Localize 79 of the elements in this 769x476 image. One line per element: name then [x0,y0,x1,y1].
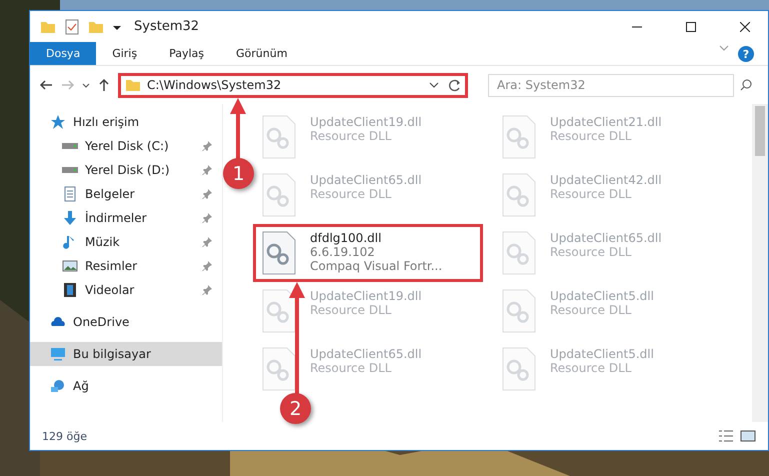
network-globe-icon [50,378,66,394]
maximize-icon [686,22,696,32]
address-bar[interactable]: C:\Windows\System32 [118,72,468,98]
file-detail: Resource DLL [550,187,632,201]
sidebar-item[interactable]: OneDrive [30,310,222,334]
pin-icon [202,213,212,223]
scrollbar-thumb[interactable] [755,106,765,156]
folder-icon [125,77,141,93]
sidebar-item[interactable]: Resimler [30,254,222,278]
file-detail: Resource DLL [550,245,632,259]
pin-icon [202,285,212,295]
gear-file-icon [502,347,536,391]
sidebar-item[interactable]: Belgeler [30,182,222,206]
help-button[interactable]: ? [738,46,754,62]
window-title: System32 [134,19,200,34]
sidebar-item[interactable]: İndirmeler [30,206,222,230]
drive-icon [62,143,78,149]
gear-file-icon [502,289,536,333]
gear-file-icon [262,231,296,275]
file-detail: Resource DLL [310,361,392,375]
file-name: UpdateClient65.dll [310,347,422,361]
monitor-icon [50,346,66,362]
gear-file-icon [502,115,536,159]
chevron-down-icon [429,80,439,90]
large-icons-view-icon [740,428,756,444]
gear-file-icon [502,231,536,275]
ribbon-tab[interactable]: Paylaş [153,42,220,65]
file-item[interactable]: dfdlg100.dll 6.6.19.102 Compaq Visual Fortr... [253,224,483,282]
pin-icon [202,165,212,175]
pin-icon [202,237,212,247]
sidebar-item[interactable]: Yerel Disk (C:) [30,134,222,158]
image-icon [62,258,78,274]
properties-icon [64,18,80,34]
annotation-arrow [229,98,247,160]
file-name: UpdateClient65.dll [550,231,662,245]
gear-file-icon [262,115,296,159]
gear-file-icon [502,173,536,217]
file-detail: Resource DLL [310,129,392,143]
file-name: UpdateClient19.dll [310,289,422,303]
file-name: UpdateClient19.dll [310,115,422,129]
sidebar-item[interactable]: Yerel Disk (D:) [30,158,222,182]
sidebar-item[interactable]: Videolar [30,278,222,302]
drive-icon [62,167,78,173]
item-count: 129 öğe [42,430,87,442]
pin-icon [202,141,212,151]
film-icon [62,282,78,298]
file-detail: Resource DLL [310,303,392,317]
file-name: dfdlg100.dll [310,231,382,245]
search-icon [740,79,752,91]
close-icon [740,22,750,32]
caret-icon [82,81,90,89]
pin-icon [202,261,212,271]
file-detail: Resource DLL [310,187,392,201]
file-detail: Resource DLL [550,303,632,317]
file-name: UpdateClient5.dll [550,347,654,361]
sidebar-item[interactable]: Ağ [30,374,222,398]
file-detail: Resource DLL [550,129,632,143]
file-name: UpdateClient65.dll [310,173,422,187]
file-name: UpdateClient42.dll [550,173,662,187]
sidebar-item[interactable]: Müzik [30,230,222,254]
ribbon-tab[interactable]: Giriş [96,42,154,65]
download-arrow-icon [62,210,78,226]
search-field[interactable]: Ara: System32 [488,74,734,96]
document-icon [62,186,78,202]
file-detail: 6.6.19.102 [310,245,376,259]
gear-file-icon [262,173,296,217]
ribbon-tab[interactable]: Görünüm [220,42,304,65]
sidebar-item[interactable]: Bu bilgisayar [30,342,222,366]
sidebar-item[interactable]: Hızlı erişim [30,110,222,134]
star-icon [50,114,66,130]
file-detail: Compaq Visual Fortr... [310,259,442,273]
pin-icon [202,189,212,199]
gear-file-icon [262,289,296,333]
file-name: UpdateClient21.dll [550,115,662,129]
gear-file-icon [262,347,296,391]
file-name: UpdateClient5.dll [550,289,654,303]
ribbon-tab[interactable]: Dosya [30,42,96,65]
details-view-icon [718,428,734,444]
file-detail: Resource DLL [550,361,632,375]
